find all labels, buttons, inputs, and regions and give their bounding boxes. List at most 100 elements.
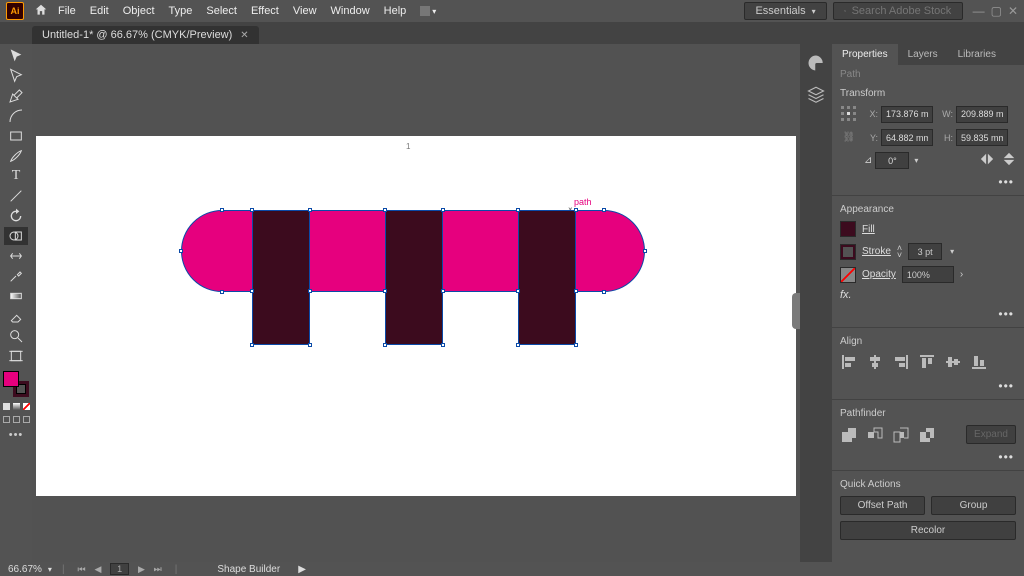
layers-panel-icon[interactable] [807, 85, 825, 106]
first-artboard-icon[interactable]: ⏮ [78, 564, 86, 574]
offset-path-button[interactable]: Offset Path [840, 496, 925, 515]
fill-label[interactable]: Fill [862, 224, 875, 235]
tab-close-icon[interactable]: ✕ [240, 30, 248, 41]
workspace-switcher[interactable]: Essentials ▾ [744, 2, 826, 20]
reference-point-icon[interactable] [840, 105, 858, 123]
appearance-more-icon[interactable]: ••• [840, 307, 1016, 321]
chevron-down-icon[interactable]: ▾ [914, 156, 918, 165]
pathfinder-intersect-icon[interactable] [892, 426, 910, 444]
link-wh-icon[interactable]: ⛓ [840, 132, 858, 143]
pen-tool[interactable] [4, 87, 28, 105]
recolor-button[interactable]: Recolor [840, 521, 1016, 540]
type-tool[interactable]: T [4, 167, 28, 185]
artboard-tool[interactable] [4, 347, 28, 365]
menu-view[interactable]: View [293, 5, 317, 17]
close-icon[interactable]: ✕ [1008, 4, 1018, 18]
dark-rect-2[interactable] [385, 210, 443, 345]
flip-horizontal-icon[interactable] [980, 152, 994, 169]
color-panel-icon[interactable] [807, 54, 825, 75]
menu-window[interactable]: Window [331, 5, 370, 17]
opacity-more-icon[interactable]: › [960, 269, 963, 280]
dark-rect-1[interactable] [252, 210, 310, 345]
transform-h-input[interactable] [956, 129, 1008, 146]
status-play-icon[interactable]: ▶ [298, 564, 306, 575]
tab-libraries[interactable]: Libraries [948, 44, 1006, 65]
rectangle-tool[interactable] [4, 127, 28, 145]
pathfinder-minus-icon[interactable] [866, 426, 884, 444]
maximize-icon[interactable]: ▢ [991, 4, 1002, 18]
canvas-area[interactable]: 1 path × [32, 44, 800, 562]
search-input[interactable] [852, 5, 952, 17]
align-hcenter-icon[interactable] [866, 353, 884, 371]
stroke-weight-input[interactable]: 3 pt [908, 243, 942, 260]
rotate-tool[interactable] [4, 207, 28, 225]
dark-rect-3[interactable] [518, 210, 576, 345]
pathfinder-unite-icon[interactable] [840, 426, 858, 444]
stroke-label[interactable]: Stroke [862, 246, 891, 257]
fill-swatch[interactable] [840, 221, 856, 237]
selection-tool[interactable] [4, 47, 28, 65]
home-icon[interactable] [34, 3, 48, 20]
align-top-icon[interactable] [918, 353, 936, 371]
zoom-level[interactable]: 66.67% [8, 564, 42, 575]
menu-file[interactable]: File [58, 5, 76, 17]
align-vcenter-icon[interactable] [944, 353, 962, 371]
artboard-number[interactable]: 1 [110, 563, 129, 575]
line-tool[interactable] [4, 187, 28, 205]
fill-stroke-swatch[interactable] [3, 371, 29, 397]
pathfinder-expand-button[interactable]: Expand [966, 425, 1016, 444]
transform-w-input[interactable] [956, 106, 1008, 123]
appearance-title: Appearance [840, 204, 1016, 215]
document-tab[interactable]: Untitled-1* @ 66.67% (CMYK/Preview) ✕ [32, 26, 259, 44]
rotate-angle-input[interactable]: 0° [875, 152, 909, 169]
menu-object[interactable]: Object [123, 5, 155, 17]
menu-select[interactable]: Select [206, 5, 237, 17]
next-artboard-icon[interactable]: ▶ [138, 564, 145, 574]
transform-x-input[interactable] [881, 106, 933, 123]
tab-properties[interactable]: Properties [832, 44, 898, 65]
chevron-down-icon[interactable]: ▾ [48, 565, 52, 574]
menu-type[interactable]: Type [169, 5, 193, 17]
flip-vertical-icon[interactable] [1002, 152, 1016, 169]
fill-color-swatch[interactable] [3, 371, 19, 387]
eyedropper-tool[interactable] [4, 267, 28, 285]
draw-mode-row[interactable] [3, 416, 30, 423]
prev-artboard-icon[interactable]: ◀ [94, 564, 101, 574]
eraser-tool[interactable] [4, 307, 28, 325]
edit-toolbar-icon[interactable]: ••• [9, 429, 24, 441]
artboard[interactable]: 1 path × [36, 136, 796, 496]
shape-builder-tool[interactable] [4, 227, 28, 245]
direct-selection-tool[interactable] [4, 67, 28, 85]
minimize-icon[interactable]: — [973, 4, 985, 18]
align-more-icon[interactable]: ••• [840, 379, 1016, 393]
align-left-icon[interactable] [840, 353, 858, 371]
chevron-down-icon[interactable]: ▾ [950, 247, 954, 256]
paintbrush-tool[interactable] [4, 147, 28, 165]
tab-layers[interactable]: Layers [898, 44, 948, 65]
curvature-tool[interactable] [4, 107, 28, 125]
pathfinder-more-icon[interactable]: ••• [840, 450, 1016, 464]
menu-help[interactable]: Help [384, 5, 407, 17]
arrange-documents-icon[interactable]: ▾ [420, 6, 436, 16]
opacity-swatch[interactable] [840, 267, 856, 283]
group-button[interactable]: Group [931, 496, 1016, 515]
opacity-label[interactable]: Opacity [862, 269, 896, 280]
color-mode-row[interactable] [3, 403, 30, 410]
gradient-tool[interactable] [4, 287, 28, 305]
align-right-icon[interactable] [892, 353, 910, 371]
last-artboard-icon[interactable]: ⏭ [154, 564, 162, 574]
width-tool[interactable] [4, 247, 28, 265]
panel-collapse-handle[interactable] [792, 293, 800, 329]
stroke-stepper-icon[interactable]: ˄˅ [897, 245, 902, 259]
opacity-input[interactable]: 100% [902, 266, 954, 283]
transform-y-input[interactable] [881, 129, 933, 146]
menu-edit[interactable]: Edit [90, 5, 109, 17]
menu-effect[interactable]: Effect [251, 5, 279, 17]
fx-icon[interactable]: fx. [840, 289, 852, 301]
transform-more-icon[interactable]: ••• [840, 175, 1016, 189]
zoom-tool[interactable] [4, 327, 28, 345]
pathfinder-exclude-icon[interactable] [918, 426, 936, 444]
stroke-swatch[interactable] [840, 244, 856, 260]
search-bar[interactable] [833, 2, 963, 20]
align-bottom-icon[interactable] [970, 353, 988, 371]
